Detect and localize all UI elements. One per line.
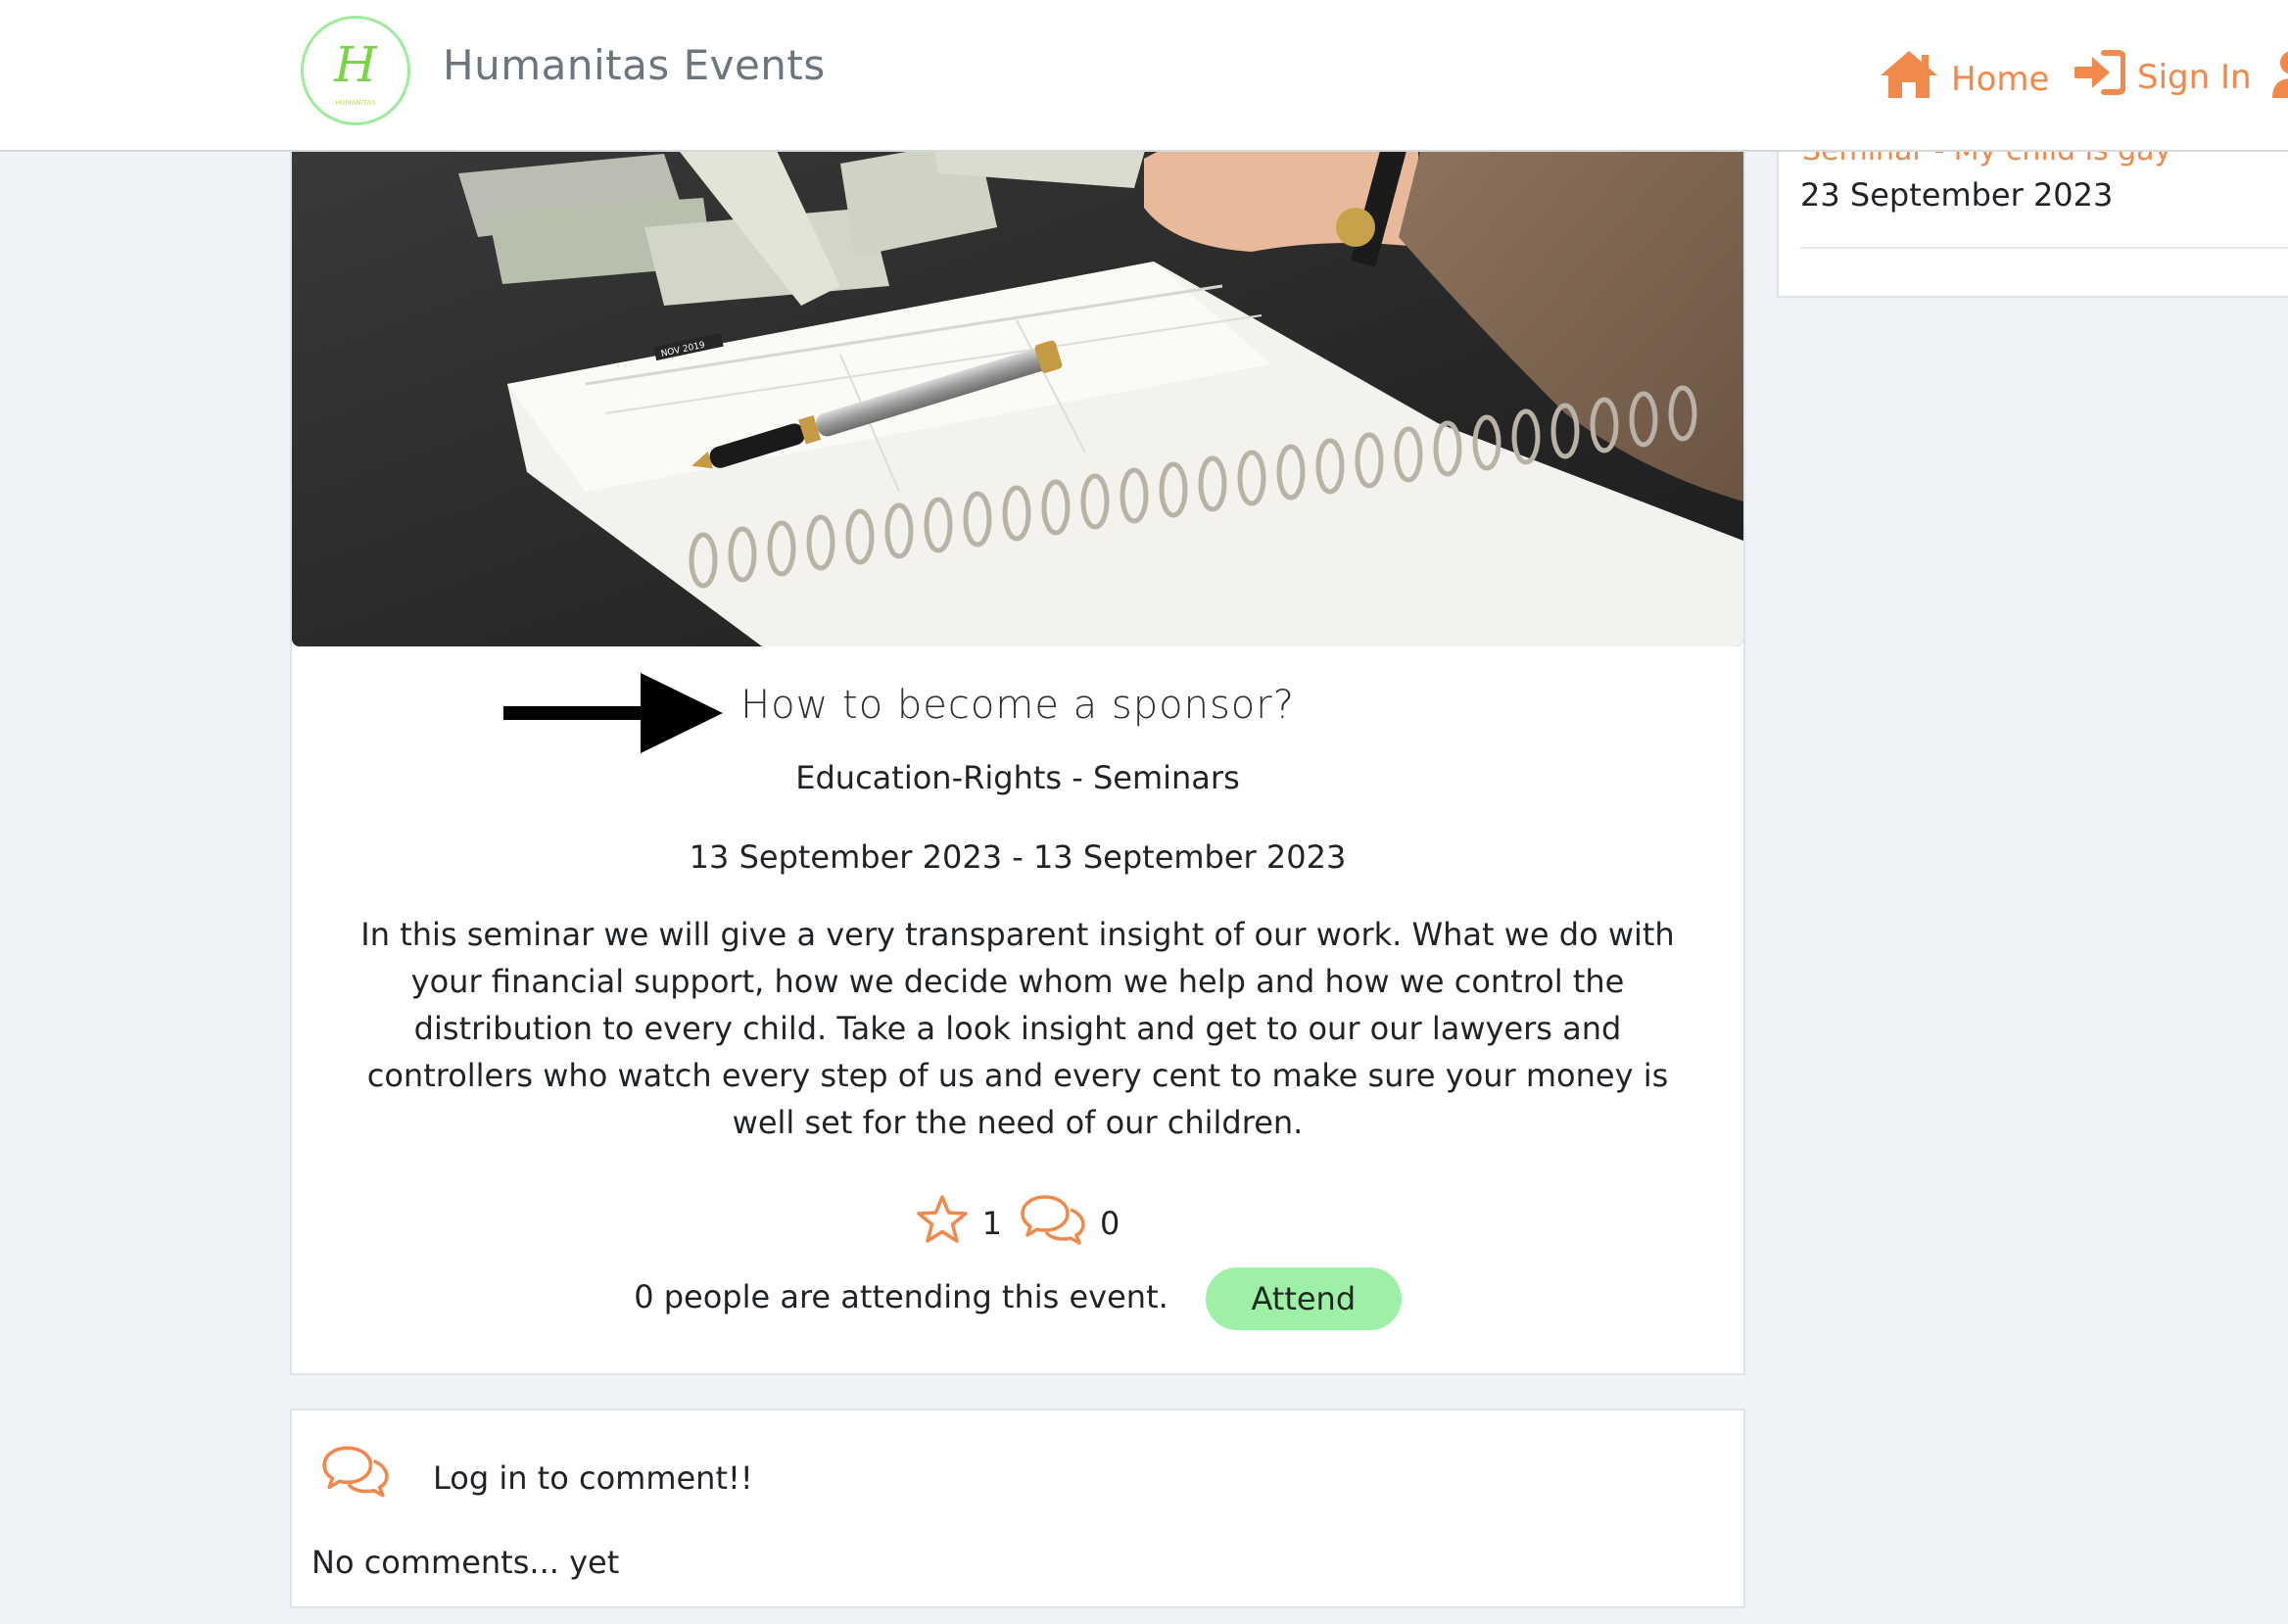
attending-count-text: 0 people are attending this event.: [634, 1278, 1168, 1315]
upcoming-event-date: 23 September 2023: [1800, 176, 2114, 214]
nav-home-label: Home: [1951, 59, 2050, 99]
sign-in-icon: [2073, 49, 2126, 105]
nav-signin-link[interactable]: Sign In: [2073, 49, 2252, 105]
event-hero-image: NOV 2019: [292, 119, 1743, 646]
star-icon[interactable]: [916, 1194, 969, 1253]
nav-register-link[interactable]: [2272, 49, 2288, 109]
event-description: In this seminar we will give a very tran…: [360, 916, 1675, 1141]
event-category: Education-Rights - Seminars: [795, 759, 1240, 796]
comments-card: Log in to comment!! No comments... yet: [290, 1409, 1745, 1608]
svg-text:H: H: [333, 36, 378, 93]
event-dates: 13 September 2023 - 13 September 2023: [689, 838, 1347, 876]
no-comments-text: No comments... yet: [311, 1544, 620, 1581]
favorites-count: 1: [981, 1205, 1002, 1242]
comments-icon: [321, 1444, 390, 1503]
brand-name[interactable]: Humanitas Events: [443, 41, 826, 89]
nav-signin-label: Sign In: [2137, 57, 2252, 97]
svg-text:HUMANITAS: HUMANITAS: [335, 99, 376, 107]
humanitas-logo[interactable]: H HUMANITAS: [301, 16, 410, 125]
comments-count: 0: [1100, 1205, 1120, 1242]
user-icon: [2272, 49, 2288, 109]
comments-icon[interactable]: [1020, 1193, 1086, 1254]
favorites-stat[interactable]: 1: [916, 1194, 1002, 1253]
divider: [1800, 247, 2288, 249]
event-card: NOV 2019 How to become a sponsor? Educat…: [290, 118, 1745, 1375]
attending-row: 0 people are attending this event. Atten…: [292, 1264, 1743, 1330]
login-to-comment-link[interactable]: Log in to comment!!: [433, 1459, 753, 1497]
event-title: How to become a sponsor?: [740, 683, 1295, 728]
nav-home-link[interactable]: Home: [1879, 49, 2049, 109]
comments-stat[interactable]: 0: [1020, 1193, 1120, 1254]
attend-button[interactable]: Attend: [1205, 1267, 1402, 1330]
home-icon: [1879, 49, 1939, 109]
event-stats: 1 0: [292, 1193, 1743, 1254]
navbar: H HUMANITAS Humanitas Events Home Sign I…: [0, 0, 2288, 152]
